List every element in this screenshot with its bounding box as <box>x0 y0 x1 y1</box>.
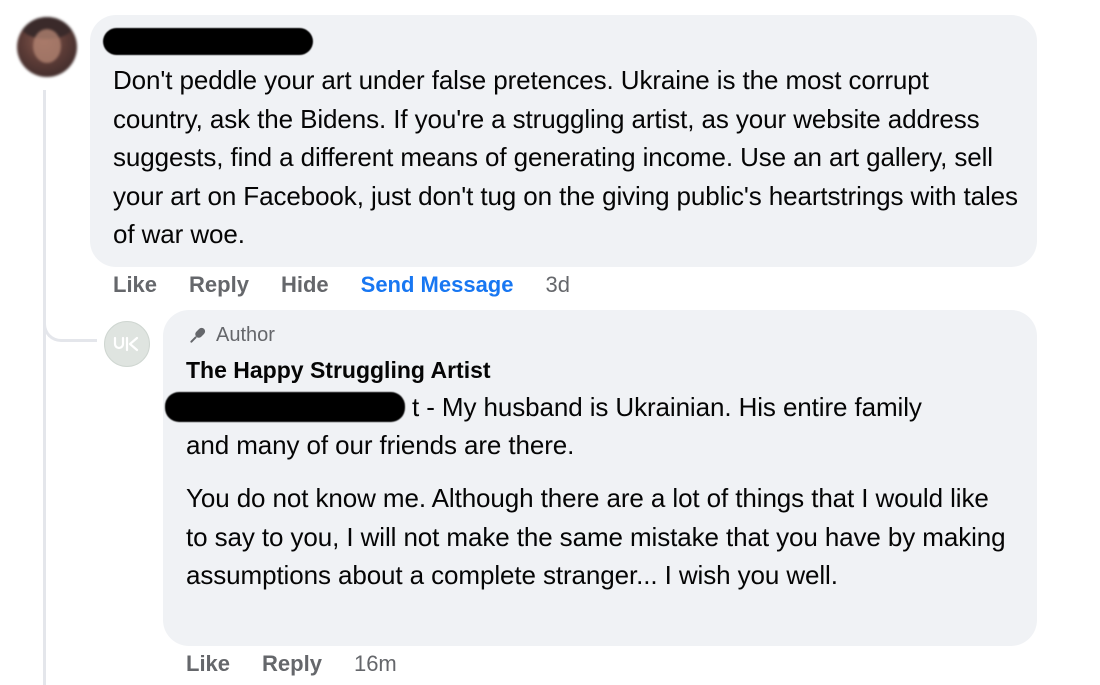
microphone-icon <box>190 327 206 343</box>
reply-connector-line <box>43 290 97 342</box>
author-badge: Author <box>186 324 275 347</box>
page-logo-icon <box>113 336 139 352</box>
like-button[interactable]: Like <box>113 272 157 298</box>
author-avatar[interactable] <box>104 321 150 367</box>
reply-text-line-1: t - My husband is Ukrainian. His entire … <box>412 388 922 427</box>
redacted-author-name <box>103 28 313 55</box>
comment-actions: Like Reply Hide Send Message 3d <box>113 272 602 298</box>
reply-text-paragraph-2: You do not know me. Although there are a… <box>186 483 1006 590</box>
reply-actions: Like Reply 16m <box>186 651 429 677</box>
comment-timestamp[interactable]: 3d <box>545 272 569 298</box>
reply-button[interactable]: Reply <box>262 651 322 677</box>
redacted-mention <box>165 392 405 422</box>
like-button[interactable]: Like <box>186 651 230 677</box>
send-message-button[interactable]: Send Message <box>361 272 514 298</box>
reply-text-line-1-body: - My husband is Ukrainian. His entire fa… <box>426 392 922 422</box>
comment-text: Don't peddle your art under false preten… <box>113 65 1018 249</box>
reply-text-line-2: and many of our friends are there. <box>186 430 575 460</box>
reply-timestamp[interactable]: 16m <box>354 651 397 677</box>
commenter-avatar[interactable] <box>17 17 77 77</box>
thread-line <box>43 90 46 685</box>
hide-button[interactable]: Hide <box>281 272 329 298</box>
reply-button[interactable]: Reply <box>189 272 249 298</box>
mention-suffix: t <box>412 392 420 422</box>
author-badge-label: Author <box>216 324 275 346</box>
reply-author-name[interactable]: The Happy Struggling Artist <box>186 357 491 384</box>
